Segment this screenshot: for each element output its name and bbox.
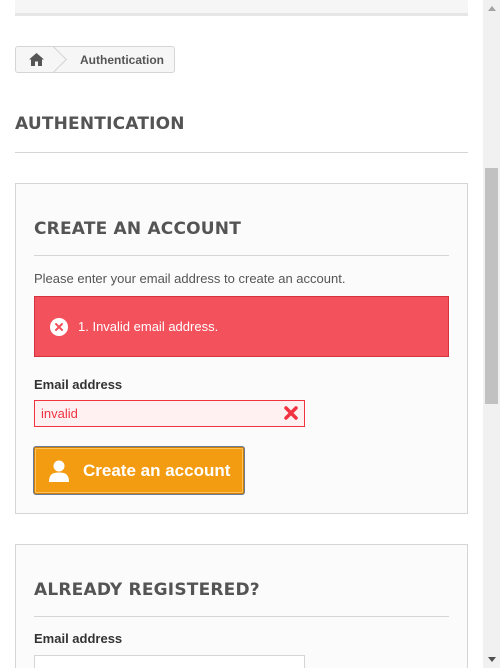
create-account-button-label: Create an account: [83, 460, 231, 480]
create-email-field-wrap: [34, 400, 305, 427]
scroll-down-arrow-icon[interactable]: [483, 651, 500, 668]
create-account-form: CREATE AN ACCOUNT Please enter your emai…: [15, 183, 468, 514]
authentication-page: Authentication AUTHENTICATION CREATE AN …: [0, 0, 500, 668]
breadcrumb-current: Authentication: [80, 52, 164, 67]
breadcrumb: Authentication: [15, 46, 175, 73]
login-title: ALREADY REGISTERED?: [34, 580, 449, 617]
create-email-input[interactable]: [34, 400, 305, 427]
create-account-intro: Please enter your email address to creat…: [34, 271, 346, 286]
scrollbar-thumb[interactable]: [485, 168, 498, 404]
login-email-field-wrap: [34, 655, 305, 668]
breadcrumb-home-link[interactable]: [16, 47, 56, 72]
error-alert: 1. Invalid email address.: [34, 296, 449, 357]
home-icon: [28, 53, 44, 66]
page-title: AUTHENTICATION: [15, 114, 468, 153]
error-circle-icon: [50, 317, 68, 336]
error-message: 1. Invalid email address.: [78, 319, 219, 334]
create-email-label: Email address: [34, 377, 123, 392]
header-strip: [15, 0, 468, 16]
invalid-x-icon: [281, 403, 301, 423]
login-email-input[interactable]: [34, 655, 305, 668]
vertical-scrollbar[interactable]: [483, 0, 500, 668]
user-icon: [35, 448, 83, 493]
login-form: ALREADY REGISTERED? Email address: [15, 544, 468, 668]
login-email-label: Email address: [34, 631, 123, 646]
create-account-title: CREATE AN ACCOUNT: [34, 219, 449, 256]
scroll-up-arrow-icon[interactable]: [483, 0, 500, 17]
create-account-button[interactable]: Create an account: [34, 447, 244, 494]
